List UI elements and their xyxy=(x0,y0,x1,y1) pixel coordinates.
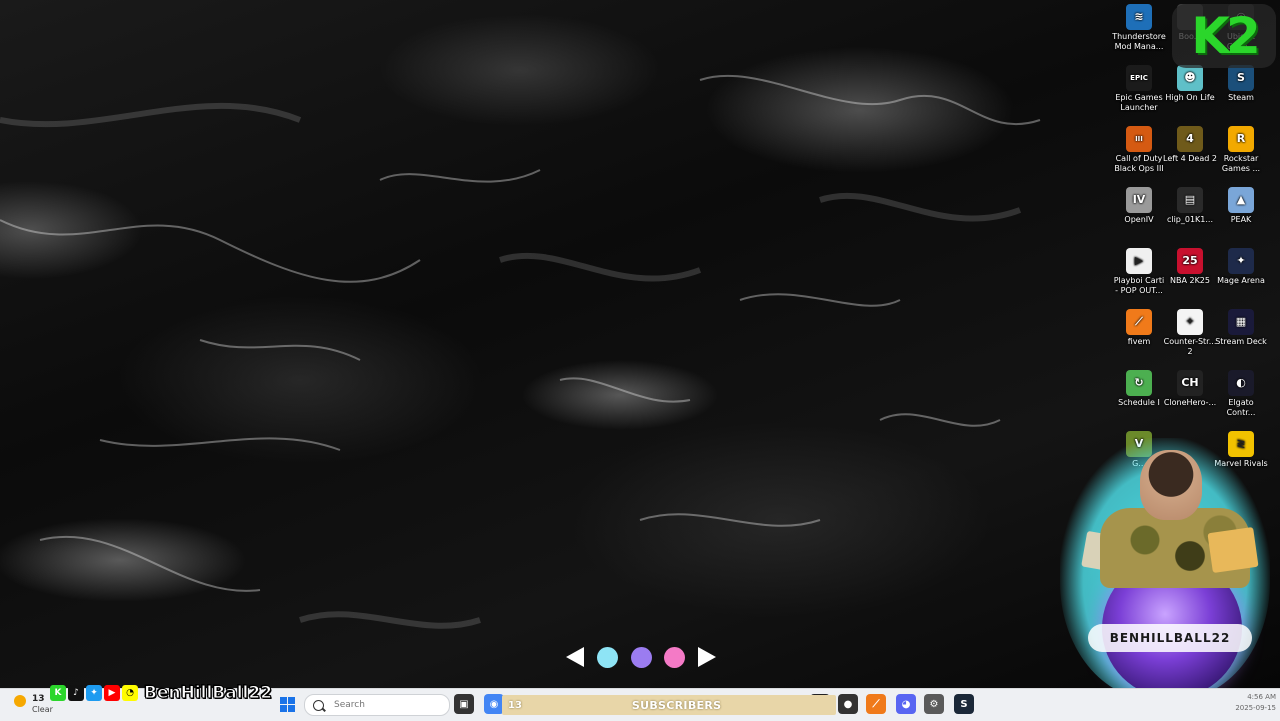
desktop-icon[interactable]: ▲ PEAK xyxy=(1214,187,1268,225)
desktop-icon-label: Left 4 Dead 2 xyxy=(1163,154,1217,163)
subscriber-count: 13 xyxy=(508,699,522,711)
stream-deck-icon: ▦ xyxy=(1228,309,1254,335)
desktop-icon[interactable]: ▦ Stream Deck xyxy=(1214,309,1268,347)
desktop-icon-label: OpenIV xyxy=(1124,215,1154,224)
desktop-icon[interactable]: ⟋ fivem xyxy=(1112,309,1166,347)
video-file-icon: ▤ xyxy=(1177,187,1203,213)
taskbar-clock[interactable]: 4:56 AM 2025-09-15 xyxy=(1216,692,1276,714)
desktop-icon-label: Steam xyxy=(1228,93,1254,102)
slideshow-dot[interactable] xyxy=(596,646,618,668)
steam-icon: S xyxy=(1228,65,1254,91)
k2-logo-text: K2 xyxy=(1191,7,1261,65)
rockstar-icon: R xyxy=(1228,126,1254,152)
desktop-icon-label: High On Life xyxy=(1165,93,1215,102)
search-input[interactable] xyxy=(332,699,416,711)
desktop-icon-label: Mage Arena xyxy=(1217,276,1265,285)
slideshow-dot[interactable] xyxy=(664,646,686,668)
desktop-icon[interactable]: ✦ Counter-Str... 2 xyxy=(1163,309,1217,357)
desktop-icon[interactable]: ☻ High On Life xyxy=(1163,65,1217,103)
slideshow-dot[interactable] xyxy=(630,646,652,668)
desktop-icon-label: CloneHero-... xyxy=(1163,398,1217,407)
social-handle: BenHillBall22 xyxy=(143,683,273,704)
discord-icon[interactable]: ◕ xyxy=(896,694,916,714)
obs-icon[interactable]: ● xyxy=(838,694,858,714)
fivem-icon: ⟋ xyxy=(1126,309,1152,335)
schedule-icon: ↻ xyxy=(1126,370,1152,396)
counter-strike-icon: ✦ xyxy=(1177,309,1203,335)
twitter-icon: ✦ xyxy=(86,685,102,701)
clock-date: 2025-09-15 xyxy=(1235,704,1276,712)
left4dead-icon: 4 xyxy=(1177,126,1203,152)
settings-icon[interactable]: ⚙ xyxy=(924,694,944,714)
desktop-icon[interactable]: ▤ clip_01K1... xyxy=(1163,187,1217,225)
weather-temp: 13 xyxy=(32,694,45,704)
desktop-icon[interactable]: ▶ Playboi Carti - POP OUT... xyxy=(1112,248,1166,296)
call-of-duty-icon: III xyxy=(1126,126,1152,152)
desktop-icon-label: Playboi Carti - POP OUT... xyxy=(1113,276,1165,295)
desktop-icon[interactable]: ↻ Schedule I xyxy=(1112,370,1166,408)
tiktok-icon: ♪ xyxy=(68,685,84,701)
peak-icon: ▲ xyxy=(1228,187,1254,213)
search-icon xyxy=(313,699,324,711)
desktop-icon-label: Call of Duty Black Ops III xyxy=(1114,154,1164,173)
desktop-icon[interactable]: ✦ Mage Arena xyxy=(1214,248,1268,286)
chrome-icon[interactable]: ◉ xyxy=(484,694,504,714)
desktop-icon[interactable]: ◐ Elgato Contr... xyxy=(1214,370,1268,418)
webcam-person-head xyxy=(1140,450,1202,520)
desktop-icon-label: Rockstar Games ... xyxy=(1221,154,1261,173)
desktop-icon[interactable]: 25 NBA 2K25 xyxy=(1163,248,1217,286)
webcam-book-right xyxy=(1207,526,1259,574)
youtube-icon: ▶ xyxy=(104,685,120,701)
thunderstore-icon: ≋ xyxy=(1126,4,1152,30)
desktop-icon[interactable]: 4 Left 4 Dead 2 xyxy=(1163,126,1217,164)
clock-time: 4:56 AM xyxy=(1247,693,1276,701)
webcam-name-banner: BENHILLBALL22 xyxy=(1088,624,1252,652)
desktop-icon-label: Stream Deck xyxy=(1215,337,1267,346)
nba2k25-icon: 25 xyxy=(1177,248,1203,274)
desktop-icon-label: Epic Games Launcher xyxy=(1115,93,1163,112)
desktop-icon[interactable]: EPIC Epic Games Launcher xyxy=(1112,65,1166,113)
desktop-icon[interactable]: S Steam xyxy=(1214,65,1268,103)
high-on-life-icon: ☻ xyxy=(1177,65,1203,91)
elgato-icon: ◐ xyxy=(1228,370,1254,396)
desktop-icon-label: clip_01K1... xyxy=(1166,215,1214,224)
steam-task-icon[interactable]: S xyxy=(954,694,974,714)
start-button[interactable] xyxy=(277,694,297,714)
desktop-icon-label: PEAK xyxy=(1230,215,1252,224)
sun-icon xyxy=(14,695,26,707)
desktop-icon-label: Elgato Contr... xyxy=(1226,398,1256,417)
desktop-icon-label: Thunderstore Mod Mana... xyxy=(1112,32,1166,51)
fivem-task-icon[interactable]: ⟋ xyxy=(866,694,886,714)
desktop-icon-label: Schedule I xyxy=(1118,398,1160,407)
media-file-icon: ▶ xyxy=(1126,248,1152,274)
desktop-icon[interactable]: ≋ Thunderstore Mod Mana... xyxy=(1112,4,1166,52)
webcam-overlay: BENHILLBALL22 xyxy=(1060,438,1270,700)
desktop-icon-label: Counter-Str... 2 xyxy=(1163,337,1217,356)
clone-hero-icon: CH xyxy=(1177,370,1203,396)
taskbar-search[interactable] xyxy=(304,694,450,716)
weather-widget[interactable]: 13 Clear xyxy=(8,691,53,719)
desktop-icon[interactable]: III Call of Duty Black Ops III xyxy=(1112,126,1166,174)
desktop-icon[interactable]: CH CloneHero-... xyxy=(1163,370,1217,408)
slideshow-controls xyxy=(566,644,716,670)
desktop-icon-label: fivem xyxy=(1127,337,1151,346)
desktop-icon[interactable]: R Rockstar Games ... xyxy=(1214,126,1268,174)
mage-arena-icon: ✦ xyxy=(1228,248,1254,274)
weather-condition: Clear xyxy=(32,705,53,714)
k2-logo: K2 xyxy=(1172,4,1276,68)
desktop-icon[interactable]: IV OpenIV xyxy=(1112,187,1166,225)
slideshow-prev-icon[interactable] xyxy=(566,647,584,667)
windows-icon xyxy=(279,696,295,712)
subscriber-label: SUBSCRIBERS xyxy=(631,698,722,712)
kick-icon: K xyxy=(50,685,66,701)
subscriber-bar: 13 SUBSCRIBERS xyxy=(502,695,836,715)
slideshow-next-icon[interactable] xyxy=(698,647,716,667)
task-view-icon[interactable]: ▣ xyxy=(454,694,474,714)
snapchat-icon: ◔ xyxy=(122,685,138,701)
openiv-icon: IV xyxy=(1126,187,1152,213)
desktop-icon-label: NBA 2K25 xyxy=(1169,276,1210,285)
social-bar: K ♪ ✦ ▶ ◔ BenHillBall22 xyxy=(50,682,273,704)
epic-games-icon: EPIC xyxy=(1126,65,1152,91)
